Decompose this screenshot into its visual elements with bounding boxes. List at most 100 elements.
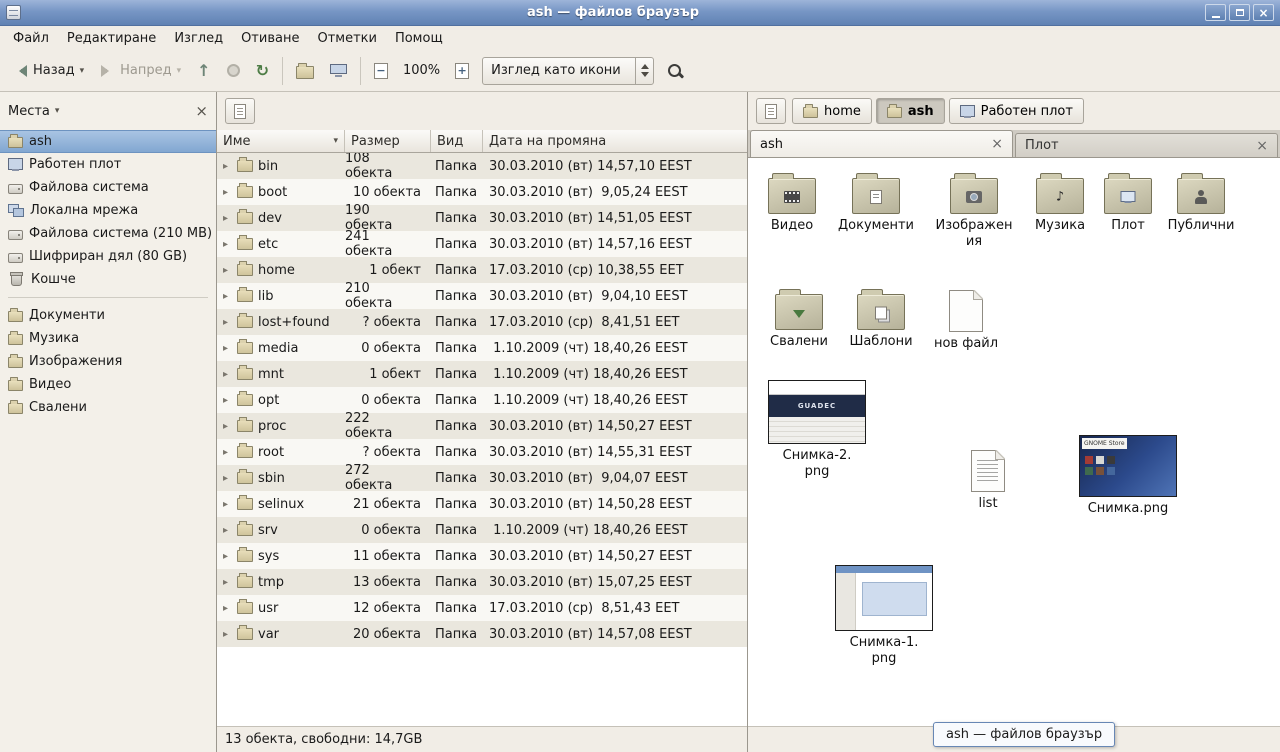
tree-row-proc[interactable]: ▸proc222 обектаПапка30.03.2010 (вт) 14,5… <box>217 413 747 439</box>
up-button[interactable]: ↑ <box>190 55 217 87</box>
column-header-modified[interactable]: Дата на промяна <box>483 130 747 152</box>
sidebar-item-documents[interactable]: Документи <box>0 304 216 327</box>
search-button[interactable] <box>660 55 690 87</box>
breadcrumb-home[interactable]: home <box>792 98 872 124</box>
tab-close-icon[interactable]: × <box>1256 139 1268 153</box>
column-header-size[interactable]: Размер <box>345 130 431 152</box>
expander-icon[interactable]: ▸ <box>223 395 236 406</box>
tree-row-bin[interactable]: ▸bin108 обектаПапка30.03.2010 (вт) 14,57… <box>217 153 747 179</box>
menu-file[interactable]: Файл <box>4 28 58 49</box>
sidebar-item-ash[interactable]: ash <box>0 130 216 153</box>
tree-row-dev[interactable]: ▸dev190 обектаПапка30.03.2010 (вт) 14,51… <box>217 205 747 231</box>
title-bar[interactable]: ash — файлов браузър × <box>0 0 1280 26</box>
menu-edit[interactable]: Редактиране <box>58 28 165 49</box>
tree-row-etc[interactable]: ▸etc241 обектаПапка30.03.2010 (вт) 14,57… <box>217 231 747 257</box>
places-chevron-icon[interactable]: ▾ <box>55 106 60 116</box>
places-title[interactable]: Места <box>8 104 50 119</box>
sidebar-item-filesystem[interactable]: Файлова система <box>0 176 216 199</box>
computer-button[interactable] <box>323 55 354 87</box>
expander-icon[interactable]: ▸ <box>223 317 236 328</box>
minimize-button[interactable] <box>1205 4 1226 21</box>
icon-item-list[interactable]: list <box>950 448 1026 512</box>
tree-row-mnt[interactable]: ▸mnt1 обектПапка 1.10.2009 (чт) 18,40,26… <box>217 361 747 387</box>
zoom-in-button[interactable]: + <box>448 55 476 87</box>
home-button[interactable] <box>289 55 321 87</box>
icon-item-templates[interactable]: Шаблони <box>843 288 919 350</box>
icon-item-public[interactable]: Публични <box>1163 172 1239 234</box>
tree-row-srv[interactable]: ▸srv0 обектаПапка 1.10.2009 (чт) 18,40,2… <box>217 517 747 543</box>
tree-row-var[interactable]: ▸var20 обектаПапка30.03.2010 (вт) 14,57,… <box>217 621 747 647</box>
expander-icon[interactable]: ▸ <box>223 213 236 224</box>
breadcrumb-ash[interactable]: ash <box>876 98 945 124</box>
icon-item-snimka[interactable]: GNOME Store Снимка.png <box>1076 435 1180 517</box>
icon-item-music[interactable]: ♪ Музика <box>1022 172 1098 234</box>
icon-item-video[interactable]: Видео <box>754 172 830 234</box>
column-header-name[interactable]: Име ▾ <box>217 130 345 152</box>
sidebar-item-network[interactable]: Локална мрежа <box>0 199 216 222</box>
sidebar-item-video[interactable]: Видео <box>0 373 216 396</box>
tree-row-sbin[interactable]: ▸sbin272 обектаПапка30.03.2010 (вт) 9,04… <box>217 465 747 491</box>
notes-button[interactable] <box>756 98 786 124</box>
close-button[interactable]: × <box>1253 4 1274 21</box>
expander-icon[interactable]: ▸ <box>223 499 236 510</box>
maximize-button[interactable] <box>1229 4 1250 21</box>
sidebar-item-music[interactable]: Музика <box>0 327 216 350</box>
menu-bookmarks[interactable]: Отметки <box>308 28 385 49</box>
sidebar-item-filesystem-210mb[interactable]: Файлова система (210 MB) <box>0 222 216 245</box>
icon-item-documents[interactable]: Документи <box>838 172 914 234</box>
back-button[interactable]: Назад ▾ <box>6 55 91 87</box>
expander-icon[interactable]: ▸ <box>223 603 236 614</box>
expander-icon[interactable]: ▸ <box>223 187 236 198</box>
icon-item-snimka-1[interactable]: Снимка-1. png <box>832 565 936 666</box>
tree-row-tmp[interactable]: ▸tmp13 обектаПапка30.03.2010 (вт) 15,07,… <box>217 569 747 595</box>
tab-close-icon[interactable]: × <box>991 137 1003 151</box>
tab-plot[interactable]: Плот × <box>1015 133 1278 157</box>
icon-view[interactable]: Видео Документи Изображен ия ♪ Музика Пл… <box>748 158 1280 726</box>
expander-icon[interactable]: ▸ <box>223 577 236 588</box>
tree-row-lost+found[interactable]: ▸lost+found? обектаПапка17.03.2010 (ср) … <box>217 309 747 335</box>
view-mode-select[interactable]: Изглед като икони <box>482 57 654 85</box>
expander-icon[interactable]: ▸ <box>223 473 236 484</box>
tree-row-home[interactable]: ▸home1 обектПапка17.03.2010 (ср) 10,38,5… <box>217 257 747 283</box>
menu-go[interactable]: Отиване <box>232 28 308 49</box>
tree-row-media[interactable]: ▸media0 обектаПапка 1.10.2009 (чт) 18,40… <box>217 335 747 361</box>
tree-row-sys[interactable]: ▸sys11 обектаПапка30.03.2010 (вт) 14,50,… <box>217 543 747 569</box>
breadcrumb-desktop[interactable]: Работен плот <box>949 98 1084 124</box>
tree-row-lib[interactable]: ▸lib210 обектаПапка30.03.2010 (вт) 9,04,… <box>217 283 747 309</box>
sidebar-item-downloads[interactable]: Свалени <box>0 396 216 419</box>
forward-button[interactable]: Напред ▾ <box>93 55 188 87</box>
expander-icon[interactable]: ▸ <box>223 265 236 276</box>
icon-item-new-file[interactable]: нов файл <box>928 288 1004 352</box>
expander-icon[interactable]: ▸ <box>223 525 236 536</box>
back-dropdown-icon[interactable]: ▾ <box>80 66 85 76</box>
tree-row-boot[interactable]: ▸boot10 обектаПапка30.03.2010 (вт) 9,05,… <box>217 179 747 205</box>
notes-button[interactable] <box>225 98 255 124</box>
tree-row-opt[interactable]: ▸opt0 обектаПапка 1.10.2009 (чт) 18,40,2… <box>217 387 747 413</box>
reload-button[interactable]: ↻ <box>249 55 276 87</box>
sidebar-item-encrypted-80gb[interactable]: Шифриран дял (80 GB) <box>0 245 216 268</box>
expander-icon[interactable]: ▸ <box>223 551 236 562</box>
taskbar-window-label[interactable]: ash — файлов браузър <box>933 722 1115 747</box>
menu-help[interactable]: Помощ <box>386 28 452 49</box>
expander-icon[interactable]: ▸ <box>223 161 236 172</box>
expander-icon[interactable]: ▸ <box>223 447 236 458</box>
tree-row-selinux[interactable]: ▸selinux21 обектаПапка30.03.2010 (вт) 14… <box>217 491 747 517</box>
zoom-out-button[interactable]: − <box>367 55 395 87</box>
stop-button[interactable] <box>220 55 247 87</box>
sidebar-item-trash[interactable]: Кошче <box>0 268 216 291</box>
icon-item-snimka-2[interactable]: GUADEC Снимка-2. png <box>765 380 869 479</box>
tab-ash[interactable]: ash × <box>750 130 1013 157</box>
icon-item-pictures[interactable]: Изображен ия <box>936 172 1012 249</box>
expander-icon[interactable]: ▸ <box>223 291 236 302</box>
sidebar-close-button[interactable]: × <box>195 102 208 120</box>
tree-row-root[interactable]: ▸root? обектаПапка30.03.2010 (вт) 14,55,… <box>217 439 747 465</box>
column-header-type[interactable]: Вид <box>431 130 483 152</box>
expander-icon[interactable]: ▸ <box>223 343 236 354</box>
icon-item-desktop[interactable]: Плот <box>1090 172 1166 234</box>
tree-row-usr[interactable]: ▸usr12 обектаПапка17.03.2010 (ср) 8,51,4… <box>217 595 747 621</box>
expander-icon[interactable]: ▸ <box>223 239 236 250</box>
menu-view[interactable]: Изглед <box>165 28 232 49</box>
expander-icon[interactable]: ▸ <box>223 369 236 380</box>
expander-icon[interactable]: ▸ <box>223 629 236 640</box>
expander-icon[interactable]: ▸ <box>223 421 236 432</box>
